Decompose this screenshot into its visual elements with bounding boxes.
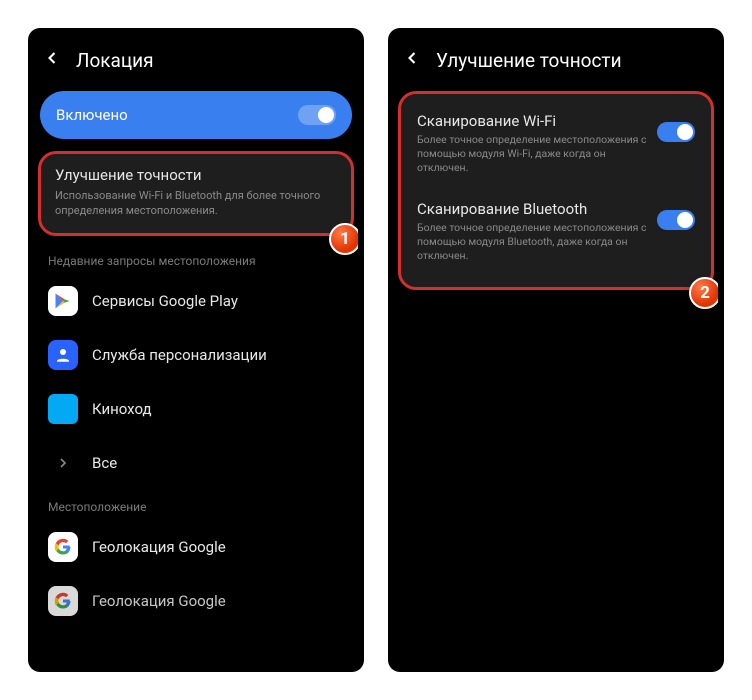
list-label: Сервисы Google Play (92, 292, 238, 310)
google-icon (48, 532, 78, 562)
accuracy-improvement-card[interactable]: Улучшение точности Использование Wi-Fi и… (38, 151, 354, 236)
list-label: Геолокация Google (92, 538, 226, 556)
list-label: Геолокация Google (92, 592, 226, 610)
back-icon[interactable] (402, 48, 422, 73)
phone-screen-2: Улучшение точности Сканирование Wi-Fi Бо… (388, 28, 724, 672)
switch-icon[interactable] (298, 105, 336, 125)
google-icon (48, 586, 78, 616)
header: Локация (34, 34, 358, 91)
wifi-switch[interactable] (657, 122, 695, 142)
list-label: Киноход (92, 400, 152, 418)
section-location: Местоположение (34, 490, 358, 520)
list-item-personalization[interactable]: Служба персонализации (34, 328, 358, 382)
list-label: Служба персонализации (92, 346, 267, 364)
google-play-icon (48, 286, 78, 316)
person-icon (48, 340, 78, 370)
kinohod-icon (48, 394, 78, 424)
wifi-scan-title: Сканирование Wi-Fi (417, 112, 647, 130)
list-item-google-play[interactable]: Сервисы Google Play (34, 274, 358, 328)
back-icon[interactable] (42, 48, 62, 73)
enabled-label: Включено (56, 106, 128, 124)
bt-scan-desc: Более точное определение местоположения … (417, 221, 647, 264)
header: Улучшение точности (394, 34, 718, 91)
phone-screen-1: Локация Включено Улучшение точности Испо… (28, 28, 364, 672)
bt-scan-title: Сканирование Bluetooth (417, 200, 647, 218)
list-item-google-location-2[interactable]: Геолокация Google (34, 574, 358, 628)
location-enabled-toggle[interactable]: Включено (40, 91, 352, 139)
scanning-options-card: Сканирование Wi-Fi Более точное определе… (398, 91, 714, 290)
step-badge-1: 1 (329, 223, 358, 255)
bluetooth-scanning-row[interactable]: Сканирование Bluetooth Более точное опре… (413, 190, 699, 278)
list-label: Все (92, 454, 117, 472)
section-recent-requests: Недавние запросы местоположения (34, 244, 358, 274)
list-item-google-location-1[interactable]: Геолокация Google (34, 520, 358, 574)
page-title: Локация (76, 49, 154, 72)
accuracy-desc: Использование Wi-Fi и Bluetooth для боле… (55, 188, 337, 219)
list-item-kinohod[interactable]: Киноход (34, 382, 358, 436)
bt-switch[interactable] (657, 210, 695, 230)
step-badge-2: 2 (689, 277, 718, 309)
page-title: Улучшение точности (436, 49, 622, 72)
wifi-scan-desc: Более точное определение местоположения … (417, 133, 647, 176)
wifi-scanning-row[interactable]: Сканирование Wi-Fi Более точное определе… (413, 102, 699, 190)
chevron-right-icon (48, 448, 78, 478)
accuracy-title: Улучшение точности (55, 166, 337, 184)
list-item-all[interactable]: Все (34, 436, 358, 490)
